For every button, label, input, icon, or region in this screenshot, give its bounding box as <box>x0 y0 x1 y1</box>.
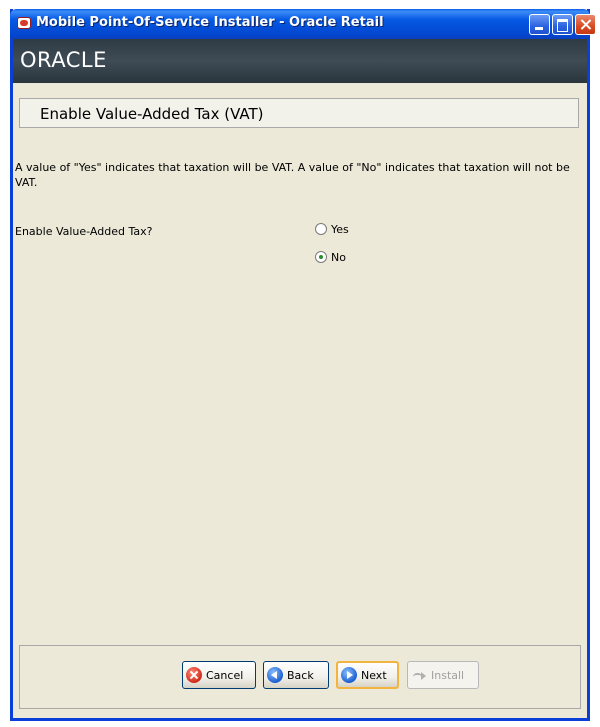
next-button[interactable]: Next <box>336 661 399 689</box>
back-arrow-icon <box>267 667 283 683</box>
cancel-button-label: Cancel <box>206 668 244 682</box>
maximize-icon[interactable] <box>552 14 573 35</box>
vat-no-option[interactable]: No <box>315 249 346 265</box>
oracle-retail-icon <box>17 17 31 29</box>
radio-label-yes[interactable]: Yes <box>331 223 349 236</box>
cancel-icon <box>186 667 202 683</box>
close-icon[interactable] <box>575 14 596 35</box>
cancel-button[interactable]: Cancel <box>182 661 256 689</box>
install-button: Install <box>407 661 479 689</box>
install-button-label: Install <box>431 668 465 682</box>
oracle-banner: ORACLE <box>13 39 587 83</box>
minimize-icon[interactable] <box>529 14 550 35</box>
install-arrow-icon <box>411 667 427 683</box>
next-button-label: Next <box>361 668 387 682</box>
radio-button-yes[interactable] <box>315 223 327 235</box>
title-bar[interactable]: Mobile Point-Of-Service Installer - Orac… <box>10 9 596 39</box>
radio-label-no[interactable]: No <box>331 251 346 264</box>
radio-button-no[interactable] <box>315 251 327 263</box>
back-button-label: Back <box>287 668 314 682</box>
back-button[interactable]: Back <box>263 661 329 689</box>
page-title: Enable Value-Added Tax (VAT) <box>40 105 264 123</box>
installer-window: Mobile Point-Of-Service Installer - Orac… <box>10 9 596 721</box>
page-description: A value of "Yes" indicates that taxation… <box>15 161 570 189</box>
next-arrow-icon <box>341 667 357 683</box>
window-title: Mobile Point-Of-Service Installer - Orac… <box>36 15 384 30</box>
page-heading-box: Enable Value-Added Tax (VAT) <box>19 98 579 128</box>
button-bar: Cancel Back Next Install <box>19 645 581 709</box>
oracle-logo: ORACLE <box>20 48 107 72</box>
vat-yes-option[interactable]: Yes <box>315 221 349 237</box>
vat-field-label: Enable Value-Added Tax? <box>15 225 153 238</box>
